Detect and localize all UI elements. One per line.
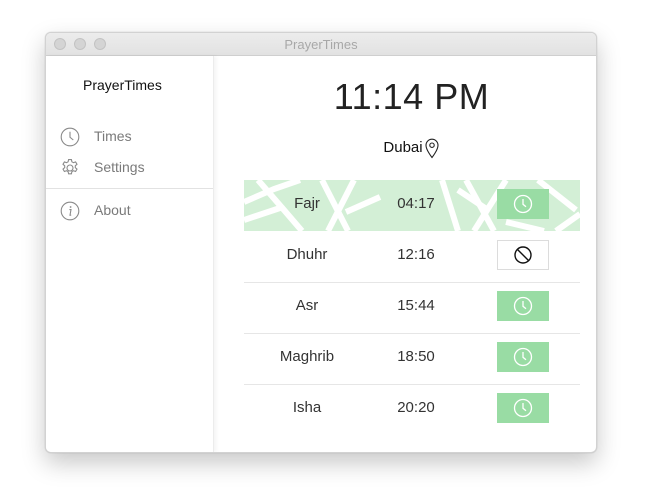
sidebar: PrayerTimes Times Settings About — [46, 56, 214, 452]
app-window: PrayerTimes PrayerTimes Times Settings A… — [45, 32, 597, 453]
sidebar-item-times[interactable]: Times — [60, 126, 200, 148]
title-bar[interactable]: PrayerTimes — [46, 33, 596, 56]
prayer-row-asr: Asr 15:44 — [244, 282, 580, 334]
prayer-row-dhuhr: Dhuhr 12:16 — [244, 231, 580, 283]
prayer-name: Isha — [292, 399, 322, 416]
app-name: PrayerTimes — [83, 77, 162, 93]
gear-icon — [62, 159, 78, 175]
alarm-toggle-button[interactable] — [497, 291, 549, 321]
clock-icon — [513, 194, 533, 214]
sidebar-item-about[interactable]: About — [60, 200, 200, 222]
clock-icon — [513, 296, 533, 316]
sidebar-item-label: About — [94, 202, 131, 218]
prayer-time: 20:20 — [397, 399, 435, 416]
prayer-row-isha: Isha 20:20 — [244, 384, 580, 435]
prayer-time: 18:50 — [397, 348, 435, 365]
alarm-toggle-button[interactable] — [497, 393, 549, 423]
prayer-name: Fajr — [294, 195, 320, 212]
location-label[interactable]: Dubai — [214, 137, 596, 159]
prayer-time: 12:16 — [397, 246, 435, 263]
sidebar-divider — [46, 188, 213, 189]
main-content: 11:14 PM Dubai Fajr 04:17 Dhuhr 12:16 As… — [214, 56, 596, 452]
location-pin-icon — [425, 138, 439, 159]
clock-icon — [60, 127, 80, 147]
alarm-toggle-button[interactable] — [497, 342, 549, 372]
current-time: 11:14 PM — [333, 76, 490, 117]
location-name: Dubai — [383, 138, 423, 156]
clock-icon — [513, 347, 533, 367]
alarm-toggle-button[interactable] — [497, 189, 549, 219]
info-icon — [60, 201, 80, 221]
disabled-icon — [514, 246, 532, 264]
sidebar-item-settings[interactable]: Settings — [60, 157, 200, 179]
prayer-row-fajr: Fajr 04:17 — [244, 180, 580, 231]
prayer-time: 04:17 — [397, 195, 435, 212]
clock-icon — [513, 398, 533, 418]
prayer-name: Dhuhr — [286, 246, 328, 263]
alarm-toggle-button[interactable] — [497, 240, 549, 270]
window-title: PrayerTimes — [284, 37, 358, 52]
prayer-name: Maghrib — [279, 348, 335, 365]
prayer-name: Asr — [295, 297, 319, 314]
prayer-time: 15:44 — [397, 297, 435, 314]
sidebar-item-label: Times — [94, 128, 132, 144]
sidebar-item-label: Settings — [94, 159, 145, 175]
prayer-row-maghrib: Maghrib 18:50 — [244, 333, 580, 385]
